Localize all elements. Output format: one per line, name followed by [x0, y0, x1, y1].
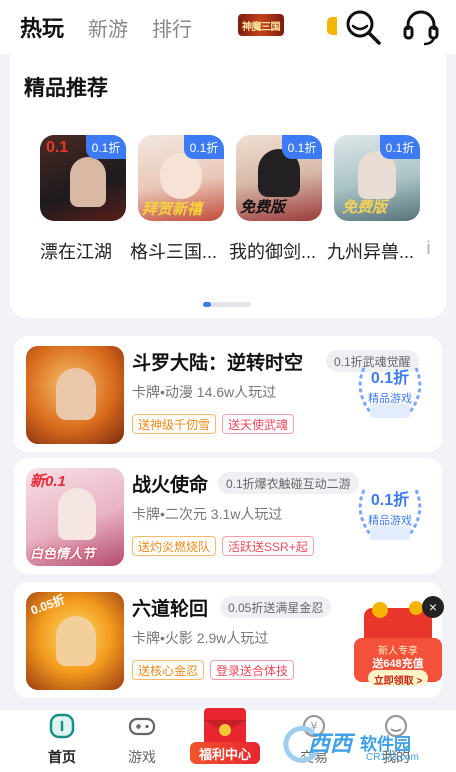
icon-art-text: 免费版: [342, 199, 388, 216]
game-promo-pill: 0.1折爆衣触碰互动二游: [218, 472, 359, 494]
thumb-art-text: 新0.1: [30, 473, 66, 490]
game-title: 六道轮回: [132, 599, 209, 620]
gift-tag: 送灼炎燃烧队: [132, 536, 217, 556]
search-icon[interactable]: [344, 8, 382, 46]
close-icon[interactable]: ×: [422, 596, 444, 618]
icon-art-text: 免费版: [240, 199, 286, 216]
gamepad-icon: [128, 717, 156, 736]
seal-value: 0.1折: [370, 492, 410, 509]
game-thumbnail: 0.05折: [26, 592, 124, 690]
nav-games[interactable]: 游戏: [112, 712, 172, 767]
game-meta: 卡牌•二次元 3.1w人玩过: [132, 506, 283, 522]
character-art: [70, 157, 106, 207]
character-art: [160, 153, 202, 199]
gift-tag: 登录送合体技: [210, 660, 295, 680]
seal-label: 精品游戏: [368, 393, 412, 405]
carousel-pager: [203, 302, 251, 307]
banner-game-logo[interactable]: 神魔三国: [238, 14, 284, 36]
discount-badge: 0.1折: [184, 135, 224, 159]
promo-line2: 送648充值: [372, 658, 424, 670]
promo-claim-button[interactable]: 立即领取 >: [368, 672, 428, 687]
nav-label: 首页: [48, 749, 76, 765]
icon-art-text: 0.1: [46, 139, 69, 156]
tab-new[interactable]: 新游: [88, 13, 128, 42]
featured-overflow-indicator: ⅰ: [426, 238, 432, 258]
watermark-brand: 西西: [308, 731, 353, 756]
game-promo-pill: 0.05折送满星金忍: [220, 596, 332, 618]
tab-hot[interactable]: 热玩: [20, 11, 64, 43]
thumb-art-text: 白色情人节: [30, 546, 96, 561]
tab-ranking[interactable]: 排行: [152, 13, 192, 42]
featured-game-name-3[interactable]: 我的御剑...: [229, 238, 316, 264]
character-art: [56, 368, 96, 420]
game-meta: 卡牌•火影 2.9w人玩过: [132, 630, 269, 646]
featured-game-name-4[interactable]: 九州异兽...: [327, 238, 414, 264]
nav-home[interactable]: 首页: [32, 712, 92, 767]
icon-art-text: 拜贺新禧: [142, 201, 203, 218]
discount-badge: 0.1折: [86, 135, 126, 159]
top-bar: 热玩 新游 排行: [0, 0, 456, 54]
discount-badge: 0.1折: [380, 135, 420, 159]
gift-tag: 活跃送SSR+起: [222, 536, 314, 556]
game-meta: 卡牌•动漫 14.6w人玩过: [132, 384, 277, 400]
nav-welfare-center[interactable]: 福利中心: [190, 742, 260, 764]
watermark-logo: 西西 软件园 CR173.com: [282, 720, 442, 770]
featured-game-icon-1[interactable]: 0.1 0.1折: [40, 135, 126, 221]
home-icon: [49, 713, 75, 739]
featured-game-icon-3[interactable]: 免费版 0.1折: [236, 135, 322, 221]
gift-tag: 送天使武魂: [222, 414, 295, 434]
featured-game-icon-4[interactable]: 免费版 0.1折: [334, 135, 420, 221]
premium-seal: 0.1折 精品游戏: [350, 482, 430, 544]
game-title: 斗罗大陆：逆转时空: [132, 353, 304, 374]
game-card-1[interactable]: 斗罗大陆：逆转时空 0.1折武魂觉醒 卡牌•动漫 14.6w人玩过 送神级千仞雪…: [14, 336, 442, 452]
game-title: 战火使命: [132, 475, 209, 496]
seal-label: 精品游戏: [368, 515, 412, 527]
headset-icon[interactable]: [402, 8, 440, 46]
game-thumbnail: [26, 346, 124, 444]
pager-active-dot: [203, 302, 211, 307]
featured-title: 精品推荐: [24, 77, 108, 100]
featured-game-icon-2[interactable]: 拜贺新禧 0.1折: [138, 135, 224, 221]
coin-icon: [327, 17, 337, 35]
gift-tag: 送核心金忍: [132, 660, 205, 680]
game-card-2[interactable]: 新0.1 白色情人节 战火使命 0.1折爆衣触碰互动二游 卡牌•二次元 3.1w…: [14, 458, 442, 574]
premium-seal: 0.1折 精品游戏: [350, 360, 430, 422]
game-thumbnail: 新0.1 白色情人节: [26, 468, 124, 566]
character-art: [58, 488, 96, 540]
watermark-url: CR173.com: [366, 752, 419, 763]
seal-value: 0.1折: [370, 370, 410, 387]
gift-tag: 送神级千仞雪: [132, 414, 217, 434]
thumb-art-text: 0.05折: [28, 592, 67, 618]
character-art: [56, 616, 96, 666]
featured-game-name-2[interactable]: 格斗三国...: [130, 238, 217, 264]
discount-badge: 0.1折: [282, 135, 322, 159]
featured-game-name-1[interactable]: 漂在江湖: [40, 238, 112, 264]
nav-label: 游戏: [128, 749, 156, 765]
